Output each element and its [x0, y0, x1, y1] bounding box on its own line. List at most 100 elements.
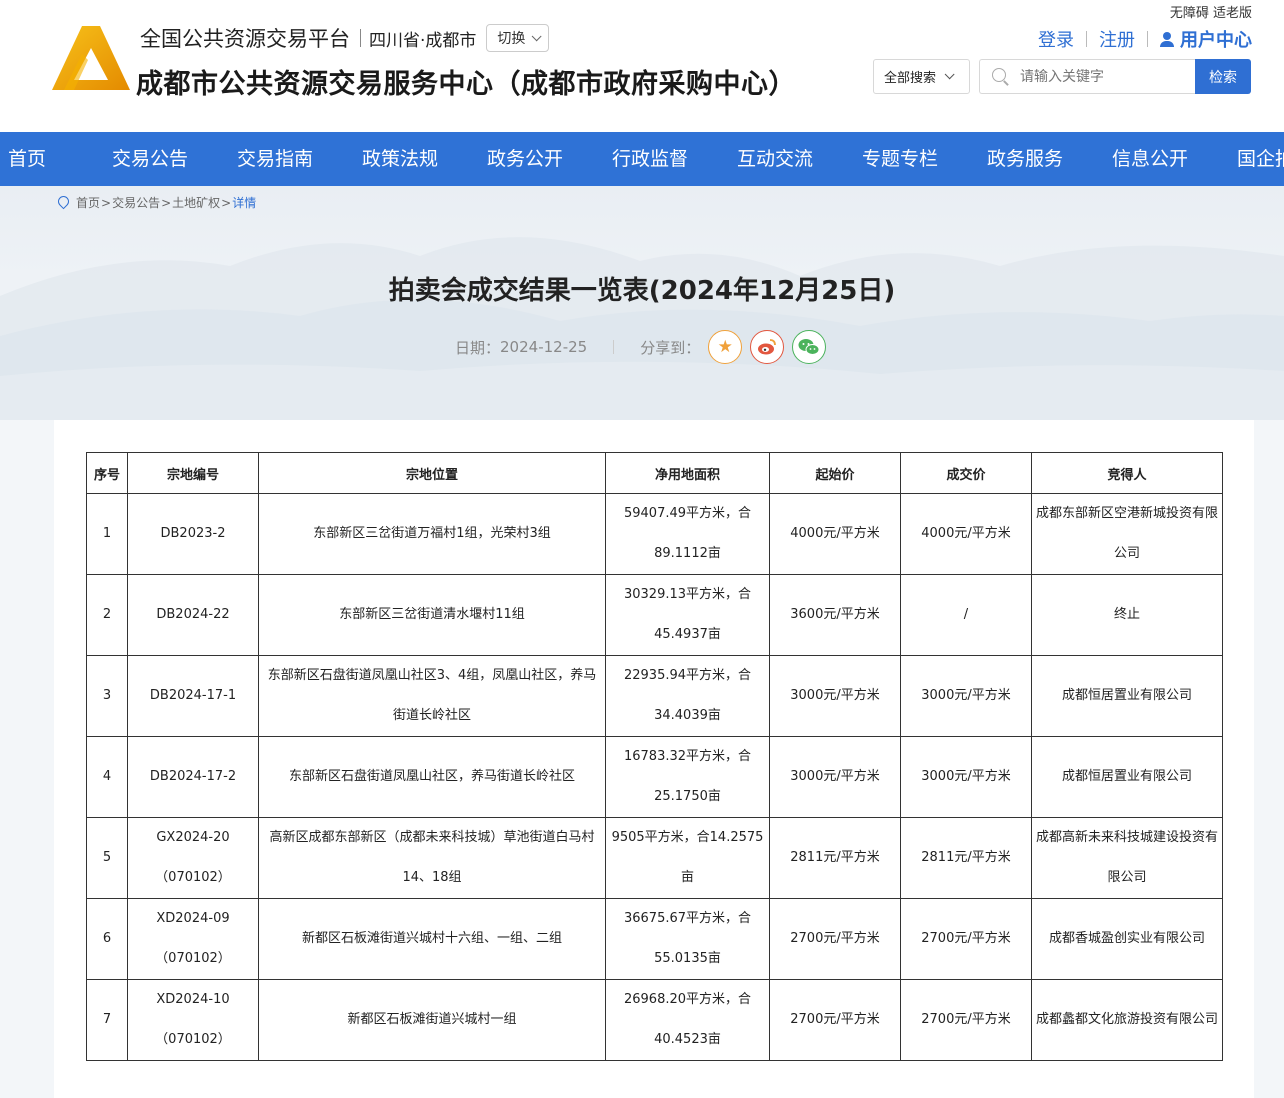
cell-location: 东部新区三岔街道清水堰村11组 — [258, 574, 606, 656]
cell-deal-price: 3000元/平方米 — [900, 655, 1032, 737]
cell-area: 16783.32平方米，合25.1750亩 — [605, 736, 770, 818]
location-pin-icon — [58, 196, 69, 209]
region-switch-button[interactable]: 切换 — [486, 24, 550, 52]
breadcrumb-land-mining[interactable]: 土地矿权 — [172, 194, 220, 211]
cell-code: XD2024-10（070102） — [127, 979, 259, 1061]
nav-item-soe-auction[interactable]: 国企拍 — [1237, 132, 1284, 186]
breadcrumb: 首页 > 交易公告 > 土地矿权 > 详情 — [58, 194, 256, 211]
nav-item-supervision[interactable]: 行政监督 — [612, 132, 688, 186]
cell-code: DB2024-22 — [127, 574, 259, 656]
nav-item-guide[interactable]: 交易指南 — [237, 132, 313, 186]
chevron-down-icon — [944, 69, 955, 80]
search-input[interactable] — [1020, 68, 1180, 85]
cell-area: 30329.13平方米，合45.4937亩 — [605, 574, 770, 656]
site-title[interactable]: 成都市公共资源交易服务中心（成都市政府采购中心） — [136, 62, 796, 101]
nav-item-interaction[interactable]: 互动交流 — [737, 132, 813, 186]
table-row: 1 DB2023-2 东部新区三岔街道万福村1组，光荣村3组 59407.49平… — [86, 493, 1223, 575]
column-header: 起始价 — [769, 452, 901, 494]
share-label: 分享到： — [640, 338, 701, 357]
search-scope-select[interactable]: 全部搜索 — [873, 59, 970, 94]
divider — [613, 340, 615, 354]
cell-start-price: 3000元/平方米 — [769, 655, 901, 737]
nav-item-gov-affairs[interactable]: 政务公开 — [487, 132, 563, 186]
table-header-row: 序号 宗地编号 宗地位置 净用地面积 起始价 成交价 竞得人 — [86, 452, 1223, 494]
cell-start-price: 2811元/平方米 — [769, 817, 901, 899]
cell-area: 36675.67平方米，合55.0135亩 — [605, 898, 770, 980]
cell-location: 高新区成都东部新区（成都未来科技城）草池街道白马村14、18组 — [258, 817, 606, 899]
nav-item-topics[interactable]: 专题专栏 — [862, 132, 938, 186]
star-icon[interactable]: ★ — [708, 330, 743, 364]
cell-code: DB2023-2 — [127, 493, 259, 575]
logo-icon — [52, 26, 130, 90]
breadcrumb-home[interactable]: 首页 — [76, 194, 100, 211]
platform-name[interactable]: 全国公共资源交易平台 — [140, 23, 350, 53]
nav-item-info-disclosure[interactable]: 信息公开 — [1112, 132, 1188, 186]
nav-item-announcements[interactable]: 交易公告 — [112, 132, 188, 186]
cell-code: GX2024-20（070102） — [127, 817, 259, 899]
cell-no: 3 — [86, 655, 128, 737]
user-icon — [1160, 32, 1174, 47]
cell-code: DB2024-17-1 — [127, 655, 259, 737]
cell-area: 26968.20平方米，合40.4523亩 — [605, 979, 770, 1061]
column-header: 宗地位置 — [258, 452, 606, 494]
column-header: 宗地编号 — [127, 452, 259, 494]
search-button[interactable]: 检索 — [1195, 59, 1251, 94]
breadcrumb-announcements[interactable]: 交易公告 — [112, 194, 160, 211]
date-value: 2024-12-25 — [500, 338, 588, 356]
wechat-icon[interactable] — [792, 330, 827, 364]
table-row: 2 DB2024-22 东部新区三岔街道清水堰村11组 30329.13平方米，… — [86, 574, 1223, 656]
cell-location: 东部新区三岔街道万福村1组，光荣村3组 — [258, 493, 606, 575]
result-table: 序号 宗地编号 宗地位置 净用地面积 起始价 成交价 竞得人 1 DB2023-… — [86, 452, 1223, 1061]
cell-start-price: 3000元/平方米 — [769, 736, 901, 818]
breadcrumb-current: 详情 — [232, 196, 257, 210]
divider — [1086, 31, 1087, 47]
cell-no: 4 — [86, 736, 128, 818]
user-center-label: 用户中心 — [1180, 30, 1252, 51]
cell-no: 7 — [86, 979, 128, 1061]
cell-no: 5 — [86, 817, 128, 899]
main-nav: 首页 交易公告 交易指南 政策法规 政务公开 行政监督 互动交流 专题专栏 政务… — [0, 132, 1284, 186]
cell-start-price: 4000元/平方米 — [769, 493, 901, 575]
date-label: 日期： — [455, 338, 501, 357]
cell-start-price: 2700元/平方米 — [769, 898, 901, 980]
article-meta: 日期： 2024-12-25 分享到： ★ — [455, 330, 827, 364]
cell-location: 新都区石板滩街道兴城村一组 — [258, 979, 606, 1061]
divider — [1147, 31, 1148, 47]
cell-code: XD2024-09（070102） — [127, 898, 259, 980]
cell-deal-price: 2700元/平方米 — [900, 979, 1032, 1061]
cell-area: 59407.49平方米，合89.1112亩 — [605, 493, 770, 575]
cell-area: 9505平方米，合14.2575亩 — [605, 817, 770, 899]
user-center-link[interactable]: 用户中心 — [1160, 26, 1252, 52]
chevron-down-icon — [532, 30, 542, 41]
divider — [360, 29, 361, 47]
cell-no: 6 — [86, 898, 128, 980]
breadcrumb-separator: > — [221, 195, 232, 210]
cell-winner: 成都高新未来科技城建设投资有限公司 — [1031, 817, 1223, 899]
switch-label: 切换 — [497, 31, 526, 47]
nav-item-home[interactable]: 首页 — [8, 132, 46, 186]
accessibility-link[interactable]: 无障碍 适老版 — [1170, 2, 1252, 21]
cell-winner: 成都恒居置业有限公司 — [1031, 655, 1223, 737]
cell-start-price: 3600元/平方米 — [769, 574, 901, 656]
site-header: 全国公共资源交易平台 四川省·成都市 切换 成都市公共资源交易服务中心（成都市政… — [0, 0, 1284, 132]
nav-item-policy[interactable]: 政策法规 — [362, 132, 438, 186]
breadcrumb-separator: > — [101, 195, 112, 210]
search-box[interactable] — [979, 59, 1195, 94]
cell-winner: 成都蠡都文化旅游投资有限公司 — [1031, 979, 1223, 1061]
weibo-icon[interactable] — [750, 330, 785, 364]
cell-deal-price: 3000元/平方米 — [900, 736, 1032, 818]
region-label: 四川省·成都市 — [369, 30, 477, 51]
login-link[interactable]: 登录 — [1038, 26, 1074, 52]
cell-deal-price: / — [900, 574, 1032, 656]
table-row: 7 XD2024-10（070102） 新都区石板滩街道兴城村一组 26968.… — [86, 979, 1223, 1061]
search-scope-label: 全部搜索 — [884, 71, 937, 86]
cell-area: 22935.94平方米，合34.4039亩 — [605, 655, 770, 737]
cell-winner: 成都香城盈创实业有限公司 — [1031, 898, 1223, 980]
register-link[interactable]: 注册 — [1099, 26, 1135, 52]
table-row: 3 DB2024-17-1 东部新区石盘街道凤凰山社区3、4组，凤凰山社区，养马… — [86, 655, 1223, 737]
cell-winner: 终止 — [1031, 574, 1223, 656]
nav-item-services[interactable]: 政务服务 — [987, 132, 1063, 186]
cell-location: 新都区石板滩街道兴城村十六组、一组、二组 — [258, 898, 606, 980]
column-header: 序号 — [86, 452, 128, 494]
cell-winner: 成都恒居置业有限公司 — [1031, 736, 1223, 818]
